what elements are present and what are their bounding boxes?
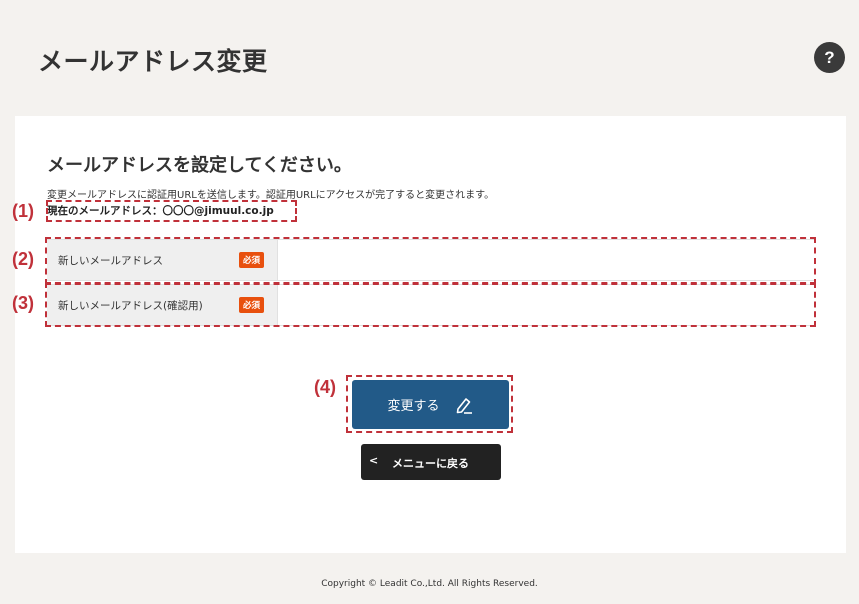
footer-copyright: Copyright © Leadit Co.,Ltd. All Rights R…	[321, 579, 538, 589]
annotation-box-1	[46, 200, 297, 222]
section-description: 変更メールアドレスに認証用URLを送信します。認証用URLにアクセスが完了すると…	[47, 190, 495, 201]
page-title: メールアドレス変更	[38, 47, 268, 76]
annotation-box-2	[45, 237, 816, 285]
annotation-box-3	[45, 282, 816, 327]
annotation-marker-2: (2)	[12, 249, 34, 269]
annotation-marker-1: (1)	[12, 201, 34, 221]
annotation-marker-4: (4)	[314, 377, 336, 397]
help-button[interactable]: ?	[814, 42, 845, 73]
question-icon: ?	[824, 47, 835, 67]
chevron-left-icon: <	[369, 454, 379, 467]
section-heading: メールアドレスを設定してください。	[47, 155, 352, 176]
back-to-menu-button[interactable]: < メニューに戻る	[361, 444, 501, 480]
back-button-label: メニューに戻る	[392, 457, 469, 470]
annotation-box-4	[346, 375, 513, 433]
annotation-marker-3: (3)	[12, 293, 34, 313]
main-card	[15, 116, 846, 553]
